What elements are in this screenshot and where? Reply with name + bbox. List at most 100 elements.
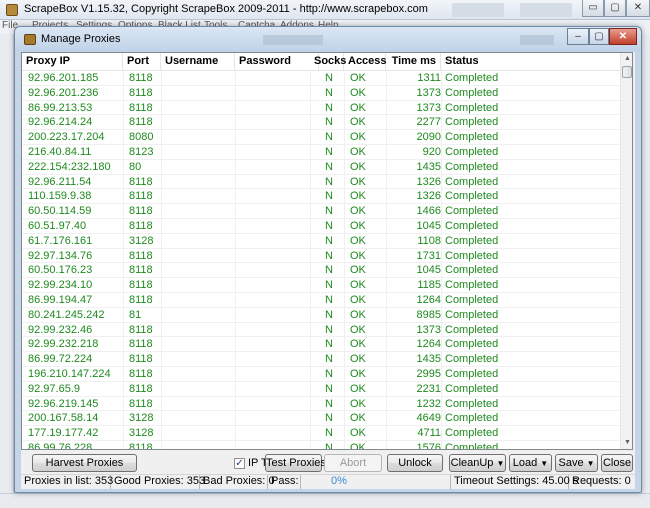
table-row[interactable]: 110.159.9.38 8118 N OK 1326 Completed	[22, 189, 620, 205]
column-header-password[interactable]: Password	[235, 53, 319, 71]
dialog-titlebar[interactable]: Manage Proxies – ▢ ✕	[15, 27, 641, 52]
table-row[interactable]: 92.96.214.24 8118 N OK 2277 Completed	[22, 115, 620, 131]
table-row[interactable]: 222.154:232.180 80 N OK 1435 Completed	[22, 160, 620, 175]
cell-time-ms: 2090	[416, 131, 441, 144]
requests-label: Requests:	[572, 475, 622, 487]
cell-port: 8080	[129, 131, 154, 144]
cell-access: OK	[350, 219, 366, 232]
load-button[interactable]: Load ▼	[509, 454, 552, 472]
table-row[interactable]: 92.96.219.145 8118 N OK 1232 Completed	[22, 397, 620, 412]
table-row[interactable]: 86.99.194.47 8118 N OK 1264 Completed	[22, 293, 620, 308]
cell-status: Completed	[445, 131, 499, 144]
table-row[interactable]: 86.99.72.224 8118 N OK 1435 Completed	[22, 352, 620, 367]
unlock-button[interactable]: Unlock	[387, 454, 443, 472]
table-row[interactable]: 60.50.176.23 8118 N OK 1045 Completed	[22, 263, 620, 279]
table-row[interactable]: 92.96.201.236 8118 N OK 1373 Completed	[22, 86, 620, 101]
cell-socks: N	[325, 190, 333, 203]
cell-access: OK	[350, 72, 366, 84]
cell-proxy-ip: 216.40.84.11	[28, 145, 92, 158]
cell-status: Completed	[445, 116, 499, 129]
proxy-list-header: Proxy IP Port Username Password Socks Ac…	[22, 53, 620, 71]
scroll-up-arrow-icon[interactable]: ▲	[622, 53, 632, 65]
dialog-close-button[interactable]: ✕	[609, 28, 637, 45]
table-row[interactable]: 86.99.76.228 8118 N OK 1576 Completed	[22, 441, 620, 450]
cell-status: Completed	[445, 412, 499, 425]
harvest-proxies-button[interactable]: Harvest Proxies	[32, 454, 137, 472]
column-header-access[interactable]: Access	[344, 53, 387, 71]
cell-port: 8118	[129, 441, 153, 450]
cell-socks: N	[325, 308, 333, 321]
abort-button[interactable]: Abort	[324, 454, 382, 472]
cell-status: Completed	[445, 86, 499, 99]
cell-time-ms: 4711	[417, 427, 441, 440]
column-header-port[interactable]: Port	[123, 53, 161, 71]
table-row[interactable]: 92.96.201.185 8118 N OK 1311 Completed	[22, 71, 620, 86]
cell-access: OK	[350, 190, 366, 203]
cell-socks: N	[325, 353, 333, 366]
column-header-status[interactable]: Status	[441, 53, 620, 71]
cell-proxy-ip: 60.51.97.40	[28, 219, 87, 232]
scrollbar-thumb[interactable]	[622, 66, 632, 78]
table-row[interactable]: 200.223.17.204 8080 N OK 2090 Completed	[22, 130, 620, 145]
table-row[interactable]: 177.19.177.42 3128 N OK 4711 Completed	[22, 426, 620, 441]
cell-proxy-ip: 92.97.134.76	[28, 249, 93, 262]
cell-proxy-ip: 92.96.201.236	[28, 86, 99, 99]
column-header-proxy-ip[interactable]: Proxy IP	[22, 53, 123, 71]
cell-proxy-ip: 92.97.65.9	[28, 382, 80, 395]
cell-time-ms: 1185	[417, 279, 441, 292]
cell-port: 8123	[129, 145, 154, 158]
app-maximize-button[interactable]: ▢	[604, 0, 626, 17]
dialog-minimize-button[interactable]: –	[567, 28, 589, 45]
cell-status: Completed	[445, 145, 499, 158]
cell-port: 8118	[129, 367, 153, 380]
app-minimize-button[interactable]: ▭	[582, 0, 604, 17]
vertical-scrollbar[interactable]: ▲ ▼	[620, 53, 632, 449]
table-row[interactable]: 92.99.232.218 8118 N OK 1264 Completed	[22, 337, 620, 353]
cell-socks: N	[325, 249, 333, 262]
cleanup-button[interactable]: CleanUp ▼	[449, 454, 506, 472]
column-header-socks[interactable]: Socks	[310, 53, 346, 71]
table-row[interactable]: 60.50.114.59 8118 N OK 1466 Completed	[22, 204, 620, 219]
table-row[interactable]: 216.40.84.11 8123 N OK 920 Completed	[22, 145, 620, 160]
test-proxies-button[interactable]: Test Proxies	[265, 454, 326, 472]
cell-time-ms: 1435	[416, 160, 441, 173]
cell-socks: N	[325, 131, 333, 144]
table-row[interactable]: 196.210.147.224 8118 N OK 2995 Completed	[22, 367, 620, 382]
cell-status: Completed	[445, 323, 499, 336]
cell-time-ms: 1232	[416, 397, 441, 410]
cell-port: 8118	[129, 101, 153, 114]
table-row[interactable]: 60.51.97.40 8118 N OK 1045 Completed	[22, 219, 620, 234]
close-button[interactable]: Close	[601, 454, 633, 472]
table-row[interactable]: 92.97.134.76 8118 N OK 1731 Completed	[22, 249, 620, 264]
cell-access: OK	[350, 441, 366, 450]
dialog-maximize-button[interactable]: ▢	[589, 28, 609, 45]
cell-status: Completed	[445, 234, 499, 247]
save-button[interactable]: Save ▼	[555, 454, 598, 472]
chevron-down-icon: ▼	[496, 459, 505, 468]
table-row[interactable]: 80.241.245.242 81 N OK 8985 Completed	[22, 308, 620, 323]
table-row[interactable]: 200.167.58.14 3128 N OK 4649 Completed	[22, 411, 620, 427]
scroll-down-arrow-icon[interactable]: ▼	[622, 437, 632, 449]
table-row[interactable]: 92.99.232.46 8118 N OK 1373 Completed	[22, 323, 620, 338]
table-row[interactable]: 92.96.211.54 8118 N OK 1326 Completed	[22, 175, 620, 190]
cell-port: 8118	[129, 219, 153, 232]
table-row[interactable]: 92.99.234.10 8118 N OK 1185 Completed	[22, 278, 620, 293]
cell-status: Completed	[445, 441, 499, 450]
table-row[interactable]: 86.99.213.53 8118 N OK 1373 Completed	[22, 101, 620, 116]
status-bar: Proxies in list: 353 Good Proxies: 353 B…	[21, 474, 635, 489]
cell-status: Completed	[445, 219, 499, 232]
app-close-button[interactable]: ✕	[626, 0, 650, 17]
cell-status: Completed	[445, 293, 499, 306]
table-row[interactable]: 61.7.176.161 3128 N OK 1108 Completed	[22, 234, 620, 249]
column-header-time-ms[interactable]: Time ms	[386, 53, 441, 71]
table-row[interactable]: 92.97.65.9 8118 N OK 2231 Completed	[22, 382, 620, 397]
proxy-list[interactable]: Proxy IP Port Username Password Socks Ac…	[21, 52, 633, 450]
blurred-region	[263, 35, 323, 45]
requests-value: 0	[624, 475, 631, 487]
cell-port: 8118	[129, 382, 153, 395]
cell-access: OK	[350, 160, 366, 173]
ip-test-checkbox[interactable]: ✓	[234, 458, 245, 469]
cell-status: Completed	[445, 308, 499, 321]
column-header-username[interactable]: Username	[161, 53, 235, 71]
cell-status: Completed	[445, 101, 499, 114]
